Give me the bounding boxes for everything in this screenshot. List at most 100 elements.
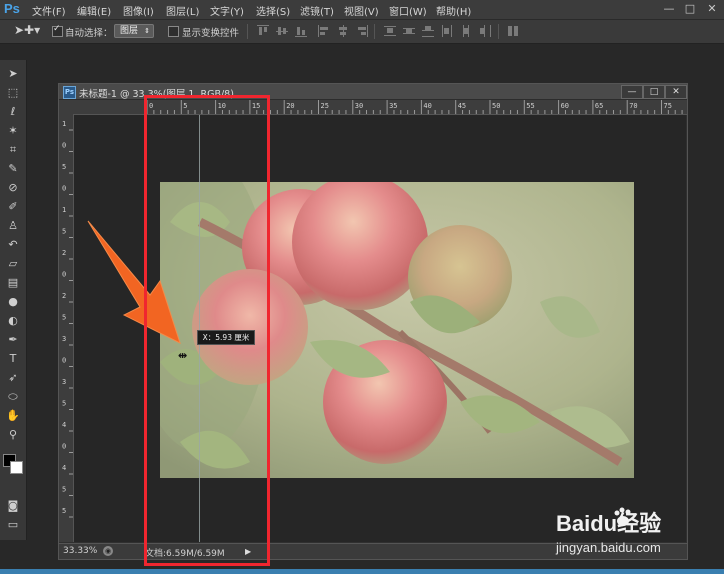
distribute-left-icon[interactable]: [441, 25, 453, 37]
close-button[interactable]: ✕: [703, 2, 721, 16]
status-info-icon[interactable]: ◉: [103, 546, 113, 556]
photoshop-logo: Ps: [4, 1, 20, 16]
align-top-icon[interactable]: [257, 25, 269, 37]
crop-tool-icon[interactable]: ⌗: [4, 142, 22, 158]
menu-type[interactable]: 文字(Y): [210, 3, 244, 18]
menu-window[interactable]: 窗口(W): [389, 3, 427, 18]
divider: [374, 24, 375, 39]
lasso-tool-icon[interactable]: ℓ: [4, 104, 22, 120]
eraser-tool-icon[interactable]: ▱: [4, 256, 22, 272]
bottom-strip: [0, 569, 724, 574]
hand-tool-icon[interactable]: ✋: [4, 408, 22, 424]
distribute-top-icon[interactable]: [384, 25, 396, 37]
blur-tool-icon[interactable]: ●: [4, 294, 22, 310]
auto-align-layers-icon[interactable]: [507, 25, 519, 37]
magic-wand-tool-icon[interactable]: ✶: [4, 123, 22, 139]
menu-file[interactable]: 文件(F): [32, 3, 66, 18]
ruler-left-label: 0: [62, 443, 66, 451]
screen-mode-icon[interactable]: ▭: [4, 517, 22, 533]
zoom-level[interactable]: 33.33%: [63, 546, 97, 556]
ruler-left-label: 0: [62, 142, 66, 150]
menu-help[interactable]: 帮助(H): [436, 3, 471, 18]
distribute-vcenter-icon[interactable]: [403, 25, 415, 37]
ruler-left-label: 5: [62, 507, 66, 515]
watermark-url: jingyan.baidu.com: [556, 540, 661, 555]
ruler-top-label: 30: [355, 102, 363, 110]
options-bar: ➤✚▾ 自动选择： 图层 ⇕ 显示变换控件: [0, 20, 724, 44]
ruler-left-label: 1: [62, 120, 66, 128]
menu-view[interactable]: 视图(V): [344, 3, 379, 18]
type-tool-icon[interactable]: T: [4, 351, 22, 367]
menu-image[interactable]: 图像(I): [123, 3, 154, 18]
ruler-left-label: 5: [62, 486, 66, 494]
pen-tool-icon[interactable]: ✒: [4, 332, 22, 348]
align-hcenter-icon[interactable]: [337, 25, 349, 37]
ruler-top-label: 65: [595, 102, 603, 110]
distribute-right-icon[interactable]: [479, 25, 491, 37]
align-vcenter-icon[interactable]: [276, 25, 288, 37]
ruler-top-label: 50: [492, 102, 500, 110]
marquee-tool-icon[interactable]: ⬚: [4, 85, 22, 101]
ruler-left-label: 4: [62, 464, 66, 472]
align-left-icon[interactable]: [318, 25, 330, 37]
vertical-ruler[interactable]: 1050152025303540455: [59, 114, 74, 542]
distribute-hcenter-icon[interactable]: [460, 25, 472, 37]
ruler-left-label: 4: [62, 421, 66, 429]
auto-select-value: 图层: [120, 26, 139, 36]
align-right-icon[interactable]: [356, 25, 368, 37]
auto-select-checkbox[interactable]: [52, 24, 63, 37]
ruler-top-label: 70: [629, 102, 637, 110]
ruler-top-label: 25: [321, 102, 329, 110]
show-transform-label: 显示变换控件: [182, 28, 240, 39]
align-bottom-icon[interactable]: [295, 25, 307, 37]
highlight-rectangle: [144, 95, 270, 566]
baidu-watermark: Baidu经验 jingyan.baidu.com: [556, 500, 716, 570]
ruler-left-label: 3: [62, 378, 66, 386]
menu-filter[interactable]: 滤镜(T): [300, 3, 334, 18]
ruler-left-label: 5: [62, 314, 66, 322]
dodge-tool-icon[interactable]: ◐: [4, 313, 22, 329]
zoom-tool-icon[interactable]: ⚲: [4, 427, 22, 443]
watermark-brand: Baidu经验: [556, 511, 662, 536]
show-transform-checkbox[interactable]: [168, 26, 179, 37]
spot-heal-tool-icon[interactable]: ⊘: [4, 180, 22, 196]
path-select-tool-icon[interactable]: ➶: [4, 370, 22, 386]
tools-panel: ➤ ⬚ ℓ ✶ ⌗ ✎ ⊘ ✐ ♙ ↶ ▱ ▤ ● ◐ ✒ T ➶ ⬭ ✋ ⚲ …: [0, 60, 27, 540]
shape-tool-icon[interactable]: ⬭: [4, 389, 22, 405]
ruler-left-label: 5: [62, 228, 66, 236]
menu-layer[interactable]: 图层(L): [166, 3, 199, 18]
distribute-bottom-icon[interactable]: [422, 25, 434, 37]
ruler-top-label: 55: [526, 102, 534, 110]
doc-minimize-button[interactable]: —: [621, 85, 643, 99]
ruler-left-label: 0: [62, 357, 66, 365]
ruler-ticks: 1050152025303540455: [62, 120, 73, 518]
divider: [247, 24, 248, 39]
ps-document-icon: Ps: [63, 86, 76, 99]
ruler-top-label: 40: [423, 102, 431, 110]
doc-close-button[interactable]: ✕: [665, 85, 687, 99]
brush-tool-icon[interactable]: ✐: [4, 199, 22, 215]
move-tool-preset-icon[interactable]: ➤✚▾: [14, 23, 40, 37]
eyedropper-tool-icon[interactable]: ✎: [4, 161, 22, 177]
ruler-left-label: 0: [62, 271, 66, 279]
minimize-button[interactable]: —: [660, 2, 678, 16]
background-color-swatch[interactable]: [10, 461, 23, 474]
menu-edit[interactable]: 编辑(E): [77, 3, 111, 18]
ruler-top-label: 20: [286, 102, 294, 110]
auto-select-dropdown[interactable]: 图层 ⇕: [114, 24, 154, 38]
ruler-left-label: 1: [62, 206, 66, 214]
ruler-left-label: 2: [62, 292, 66, 300]
gradient-tool-icon[interactable]: ▤: [4, 275, 22, 291]
ruler-top-label: 75: [664, 102, 672, 110]
doc-maximize-button[interactable]: □: [643, 85, 665, 99]
ruler-left-label: 5: [62, 163, 66, 171]
auto-select-label: 自动选择：: [65, 28, 113, 39]
ruler-left-label: 0: [62, 185, 66, 193]
menu-select[interactable]: 选择(S): [256, 3, 290, 18]
ruler-left-label: 3: [62, 335, 66, 343]
history-brush-tool-icon[interactable]: ↶: [4, 237, 22, 253]
quick-mask-icon[interactable]: ◙: [4, 498, 22, 514]
maximize-button[interactable]: □: [681, 2, 699, 16]
move-tool-icon[interactable]: ➤: [4, 66, 22, 82]
clone-stamp-tool-icon[interactable]: ♙: [4, 218, 22, 234]
